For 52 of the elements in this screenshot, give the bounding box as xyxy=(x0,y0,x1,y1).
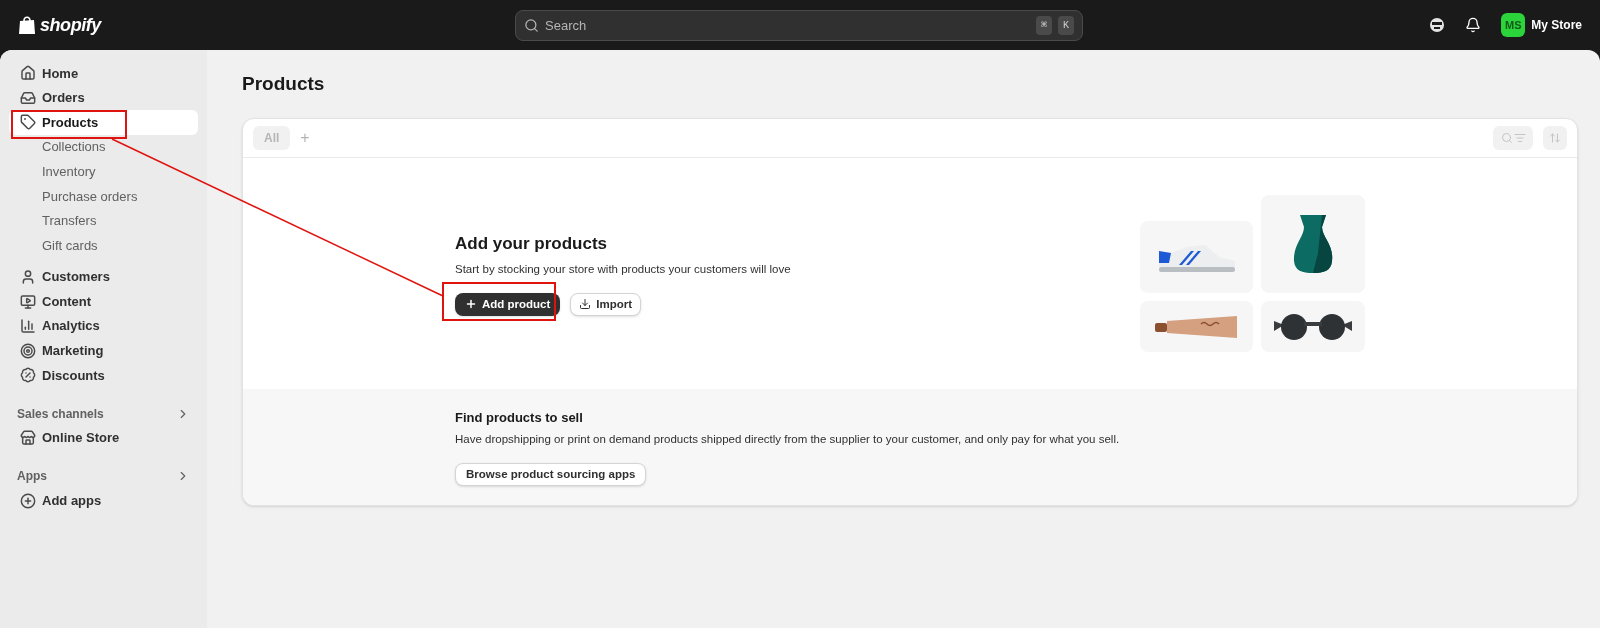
section-header[interactable]: Sales channels xyxy=(9,401,198,426)
shopping-bag-icon xyxy=(18,15,36,35)
sort-icon xyxy=(1549,132,1561,144)
section-header[interactable]: Apps xyxy=(9,464,198,489)
sidebar-item[interactable]: Content xyxy=(9,289,198,314)
filter-icon xyxy=(1513,132,1526,144)
sourcing-description: Have dropshipping or print on demand products shipped directly from the supplier to your customer, and only pay for what you sell. xyxy=(455,432,1121,448)
page-title: Products xyxy=(241,71,326,96)
sidebar-subitem[interactable]: Collections xyxy=(9,134,198,160)
bell-icon[interactable] xyxy=(1465,17,1482,33)
sidebar-subitem[interactable]: Gift cards xyxy=(9,233,198,258)
face-icon[interactable] xyxy=(1429,17,1446,33)
import-button[interactable]: Import xyxy=(570,292,642,316)
shortcut-key: ⌘ xyxy=(1035,16,1052,35)
add-product-button[interactable]: Add product xyxy=(455,292,561,316)
sidebar-subitem[interactable]: Inventory xyxy=(9,159,198,184)
plus-circle-icon xyxy=(20,492,36,509)
avatar[interactable]: MS xyxy=(1501,13,1526,37)
logo: shopify xyxy=(40,13,101,37)
vase-drawing xyxy=(1292,213,1334,275)
sidebar-item[interactable]: Orders xyxy=(9,85,198,111)
store-icon xyxy=(20,430,36,446)
sidebar-item[interactable]: Analytics xyxy=(9,313,198,339)
target-icon xyxy=(20,342,36,359)
download-icon xyxy=(579,298,592,311)
sidebar-item[interactable]: Products xyxy=(9,110,198,135)
search-icon xyxy=(1500,132,1513,144)
sidebar-item[interactable]: Online Store xyxy=(9,425,198,451)
search-placeholder: Search xyxy=(545,16,588,35)
inbox-icon xyxy=(20,89,36,106)
discount-icon xyxy=(20,367,36,384)
person-icon xyxy=(20,269,36,286)
sourcing-title: Find products to sell xyxy=(455,408,584,427)
sidebar-subitem[interactable]: Purchase orders xyxy=(9,183,198,209)
shortcut-key: K xyxy=(1058,16,1074,35)
sidebar-item[interactable]: Discounts xyxy=(9,363,198,388)
bar-chart-icon xyxy=(20,318,36,335)
picture-icon xyxy=(20,293,36,310)
sidebar-item[interactable]: Home xyxy=(9,61,198,86)
sidebar-item[interactable]: Add apps xyxy=(9,488,198,513)
empty-state-description: Start by stocking your store with products your customers will love xyxy=(455,261,791,277)
browse-apps-button[interactable]: Browse product sourcing apps xyxy=(455,463,647,487)
empty-state-title: Add your products xyxy=(455,233,609,256)
sidebar-subitem[interactable]: Transfers xyxy=(9,208,198,234)
home-icon xyxy=(20,65,36,82)
plus-icon xyxy=(465,298,477,311)
sidebar-item[interactable]: Customers xyxy=(9,264,198,290)
search-field[interactable]: Search ⌘ K xyxy=(515,10,1083,41)
tag-icon xyxy=(20,114,36,131)
sidebar-item[interactable]: Marketing xyxy=(9,338,198,364)
store-name[interactable]: My Store xyxy=(1531,16,1582,34)
search-icon xyxy=(524,18,539,33)
